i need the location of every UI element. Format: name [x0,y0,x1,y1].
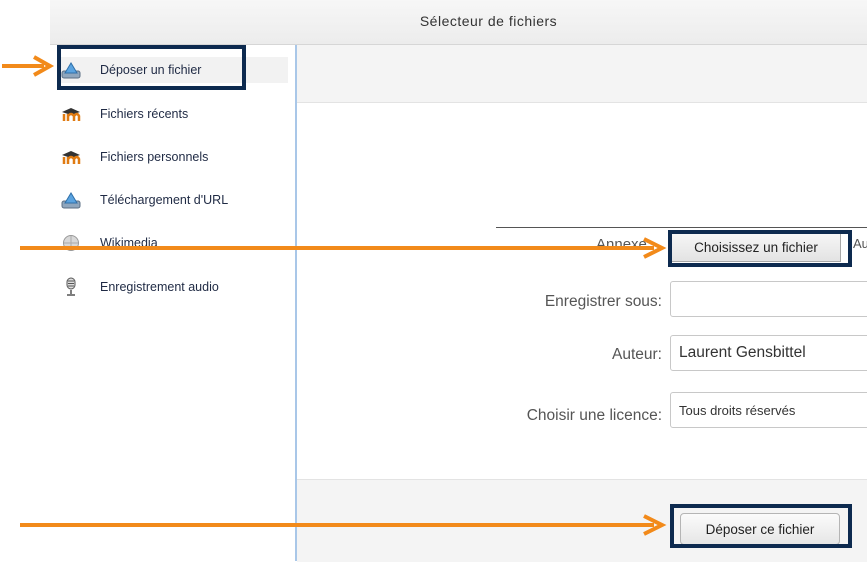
wikimedia-icon [60,232,82,254]
license-select[interactable]: Tous droits réservés [670,392,867,428]
url-download-icon [60,189,82,211]
sidebar-item-label: Enregistrement audio [100,280,219,294]
divider [496,227,867,228]
author-field[interactable]: Laurent Gensbittel [670,335,867,371]
attachment-label: Annexe [596,236,647,253]
license-label: Choisir une licence: [526,407,662,424]
moodle-icon [60,146,82,168]
window-title: Sélecteur de fichiers [419,13,558,29]
save-as-label: Enregistrer sous: [544,293,662,310]
upload-icon [60,59,82,81]
title-bar: Sélecteur de fichiers [50,0,867,45]
attachment-caption: Au [853,236,867,251]
sidebar-item-label: Wikimedia [100,236,158,250]
sidebar-item-label: Fichiers récents [100,107,189,121]
sidebar-item-url-download[interactable]: Téléchargement d'URL [58,187,288,213]
sidebar: Déposer un fichier Fichiers récents Fich… [50,45,297,561]
sidebar-item-upload[interactable]: Déposer un fichier [58,57,288,83]
sidebar-item-label: Fichiers personnels [100,150,209,164]
sidebar-item-audio-recording[interactable]: Enregistrement audio [58,274,288,300]
upload-file-button[interactable]: Déposer ce fichier [680,513,840,545]
main-header [297,45,867,103]
sidebar-item-label: Téléchargement d'URL [100,193,229,207]
sidebar-item-wikimedia[interactable]: Wikimedia [58,230,288,256]
sidebar-item-personal-files[interactable]: Fichiers personnels [58,144,288,170]
author-label: Auteur: [612,346,662,363]
moodle-icon [60,103,82,125]
microphone-icon [60,276,82,298]
sidebar-item-recent-files[interactable]: Fichiers récents [58,101,288,127]
sidebar-item-label: Déposer un fichier [100,63,202,77]
choose-file-button[interactable]: Choisissez un fichier [671,233,841,262]
save-as-field[interactable] [670,281,867,317]
